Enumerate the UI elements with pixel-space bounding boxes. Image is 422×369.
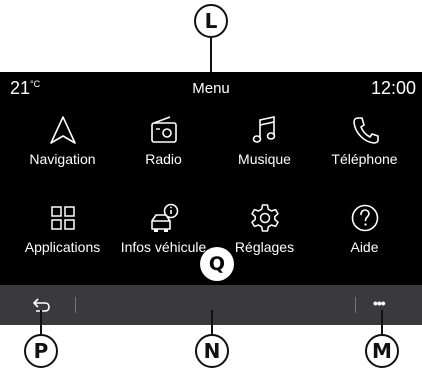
app-tile-telephone[interactable]: Téléphone [312, 110, 417, 190]
apps-grid-icon [50, 206, 75, 230]
app-tile-radio[interactable]: Radio [111, 110, 216, 190]
navigation-arrow-icon [49, 116, 76, 144]
page-title: Menu [192, 80, 230, 97]
app-tile-navigation[interactable]: Navigation [10, 110, 115, 190]
app-label: Radio [145, 151, 182, 167]
callout-q: Q [200, 247, 234, 281]
infotainment-screen: 21°C Menu 12:00 Navigation Radio Musique… [0, 72, 422, 325]
app-tile-aide[interactable]: Aide [312, 198, 417, 278]
music-note-icon [252, 116, 275, 143]
app-label: Applications [24, 239, 101, 255]
callout-p: P [24, 334, 58, 368]
app-tile-applications[interactable]: Applications [10, 198, 115, 278]
gear-icon [250, 204, 279, 232]
app-label: Aide [350, 239, 379, 255]
app-label: Navigation [29, 151, 96, 167]
phone-icon [352, 117, 379, 144]
vehicle-info-icon [150, 203, 178, 232]
status-bar: 21°C Menu 12:00 [0, 72, 422, 102]
more-dots-icon[interactable]: ••• [373, 295, 386, 311]
app-label: Infos véhicule [120, 239, 207, 255]
app-tile-musique[interactable]: Musique [212, 110, 317, 190]
bottom-bar-separator [355, 297, 356, 313]
help-icon [351, 204, 378, 232]
callout-l: L [194, 4, 228, 38]
radio-icon [150, 116, 177, 143]
callout-m: M [365, 334, 399, 368]
bottom-bar-separator [75, 297, 76, 313]
back-arrow-icon[interactable] [32, 296, 52, 314]
callout-n: N [195, 334, 229, 368]
app-label: Musique [238, 151, 291, 167]
app-label: Réglages [234, 239, 295, 255]
app-label: Téléphone [331, 151, 398, 167]
clock: 12:00 [370, 78, 416, 98]
